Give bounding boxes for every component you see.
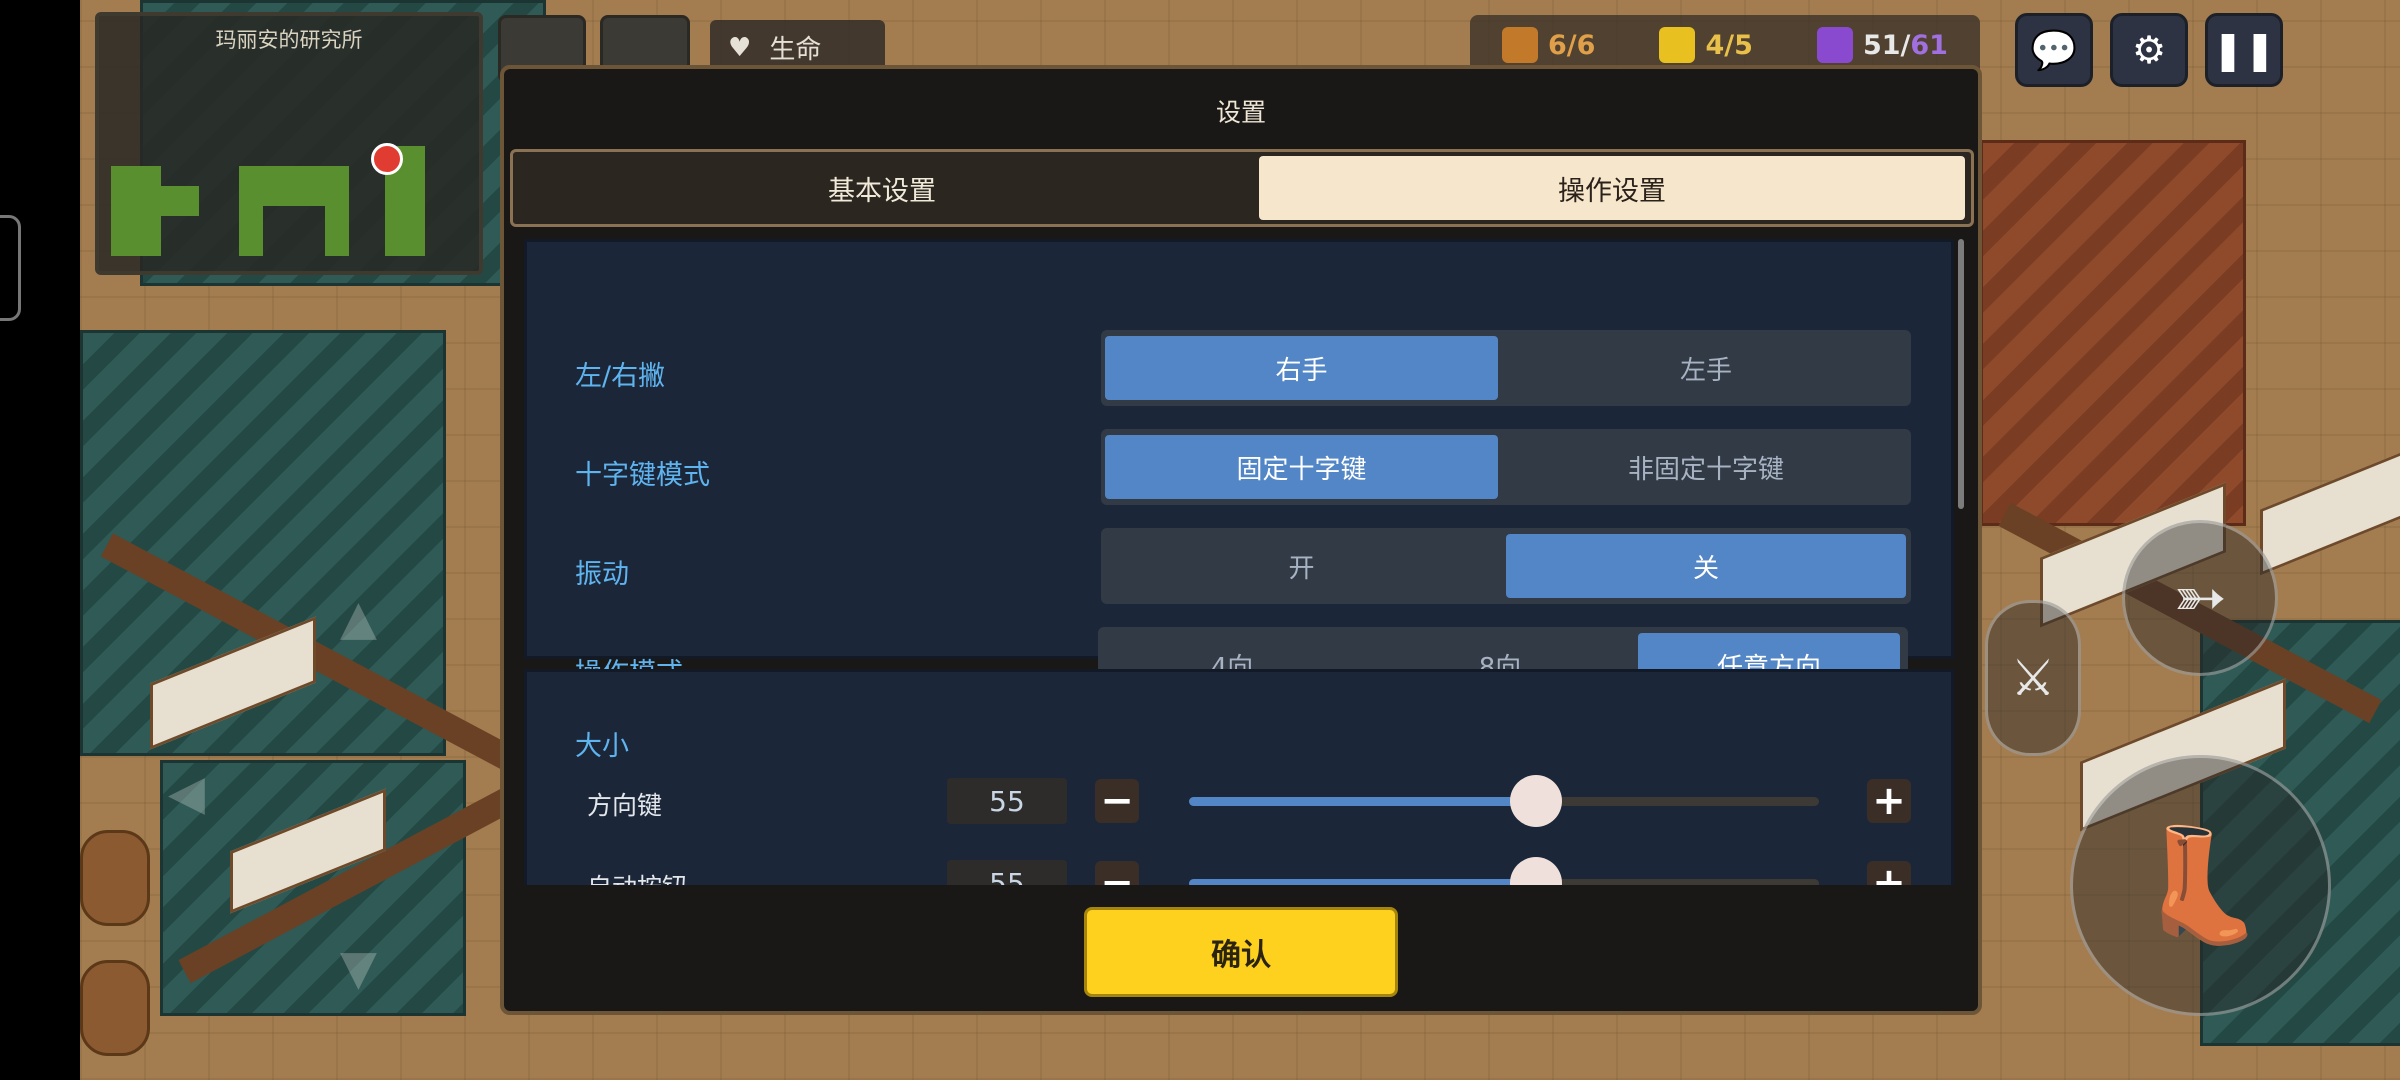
dpad-mode-label: 十字键模式 [575, 460, 710, 491]
resource-chest: 6/6 [1502, 27, 1595, 63]
resource-max: 5 [1734, 29, 1753, 61]
auto-button-size-value[interactable]: 55 [947, 860, 1067, 885]
auto-button-size-label: 自动按钮 [587, 868, 687, 885]
map-room [111, 166, 161, 256]
gem-icon [1659, 27, 1696, 63]
minimap-title: 玛丽安的研究所 [215, 28, 363, 52]
move-boot-button[interactable]: 👢 [2070, 755, 2331, 1016]
option-fixed-dpad[interactable]: 固定十字键 [1105, 435, 1498, 499]
chat-icon: 💬 [2030, 27, 2078, 72]
settings-button[interactable]: ⚙ [2110, 13, 2188, 87]
minus-icon: − [1100, 778, 1134, 824]
tab-control-settings[interactable]: 操作设置 [1259, 156, 1965, 220]
resource-current: 51 [1862, 29, 1901, 61]
dpad-size-label: 方向键 [587, 791, 663, 820]
control-options-panel: 左/右撇 右手 左手 十字键模式 固定十字键 非固定十字键 振动 开 关 操作模… [524, 239, 1954, 689]
tab-basic-settings[interactable]: 基本设置 [517, 156, 1247, 220]
dash-button[interactable]: ➳ [2122, 520, 2278, 676]
plus-icon: + [1872, 778, 1906, 824]
slider-fill [1189, 797, 1536, 806]
dpad-size-value[interactable]: 55 [947, 778, 1067, 824]
barrel [80, 960, 150, 1056]
auto-button-size-slider[interactable] [1189, 857, 1819, 885]
crystal-icon [1816, 27, 1853, 63]
resource-crystal: 51/61 [1816, 27, 1948, 63]
vibration-label: 振动 [575, 559, 629, 590]
dpad-up-icon[interactable]: ▲ [340, 590, 377, 646]
dialog-title: 设置 [1215, 98, 1266, 127]
settings-dialog: 设置 基本设置 操作设置 左/右撇 右手 左手 十字键模式 固定十字键 非固定十… [500, 65, 1982, 1015]
side-pull-tab[interactable] [0, 215, 21, 321]
confirm-button[interactable]: 确认 [1084, 907, 1398, 997]
cloth-plank [2260, 450, 2400, 576]
resource-max: 61 [1910, 29, 1948, 61]
rooftop [1980, 140, 2246, 526]
resource-current: 6 [1548, 29, 1567, 61]
map-room [239, 166, 263, 256]
map-room [325, 166, 349, 256]
dpad-down-icon[interactable]: ▼ [340, 940, 377, 996]
size-panel: 大小 方向键 55 − + 自动按钮 55 − + [524, 669, 1954, 885]
auto-button-size-increase-button[interactable]: + [1867, 861, 1911, 885]
dpad-size-decrease-button[interactable]: − [1095, 779, 1139, 823]
option-left-hand[interactable]: 左手 [1506, 336, 1906, 400]
auto-button-size-decrease-button[interactable]: − [1095, 861, 1139, 885]
dash-arrow-icon: ➳ [2173, 561, 2227, 635]
barrel [80, 830, 150, 926]
chest-icon [1502, 27, 1538, 63]
settings-tabs: 基本设置 操作设置 [510, 149, 1974, 227]
winged-boot-icon: 👢 [2132, 821, 2269, 949]
life-label: 生命 [769, 35, 822, 65]
slider-thumb[interactable] [1509, 857, 1562, 885]
plus-icon: + [1872, 860, 1906, 885]
claw-icon: ⚔ [2010, 649, 2056, 707]
resource-current: 4 [1705, 29, 1725, 61]
resource-gem: 4/5 [1659, 27, 1753, 63]
option-vibration-on[interactable]: 开 [1105, 534, 1498, 598]
gear-icon: ⚙ [2131, 28, 2167, 72]
location-pin-icon [371, 143, 403, 175]
resource-max: 6 [1576, 29, 1596, 61]
slider-fill [1189, 879, 1536, 885]
pause-button[interactable]: ❚❚ [2205, 13, 2283, 87]
handedness-label: 左/右撇 [575, 361, 666, 392]
minimap[interactable]: 玛丽安的研究所 [95, 12, 483, 275]
chat-button[interactable]: 💬 [2015, 13, 2093, 87]
handedness-toggle: 右手 左手 [1101, 330, 1911, 406]
size-section-title: 大小 [575, 731, 629, 762]
slider-thumb[interactable] [1509, 775, 1562, 827]
dpad-left-icon[interactable]: ◀ [168, 765, 205, 821]
vibration-toggle: 开 关 [1101, 528, 1911, 604]
skill-button[interactable]: ⚔ [1985, 600, 2081, 756]
option-floating-dpad[interactable]: 非固定十字键 [1506, 435, 1906, 499]
settings-scrollbar[interactable] [1958, 239, 1964, 509]
option-vibration-off[interactable]: 关 [1506, 534, 1906, 598]
map-room [159, 186, 199, 216]
dpad-size-increase-button[interactable]: + [1867, 779, 1911, 823]
heart-icon: ♥ [728, 32, 752, 63]
dpad-mode-toggle: 固定十字键 非固定十字键 [1101, 429, 1911, 505]
dpad-size-slider[interactable] [1189, 775, 1819, 827]
option-right-hand[interactable]: 右手 [1105, 336, 1498, 400]
pause-icon: ❚❚ [2212, 28, 2276, 72]
minus-icon: − [1100, 860, 1134, 885]
